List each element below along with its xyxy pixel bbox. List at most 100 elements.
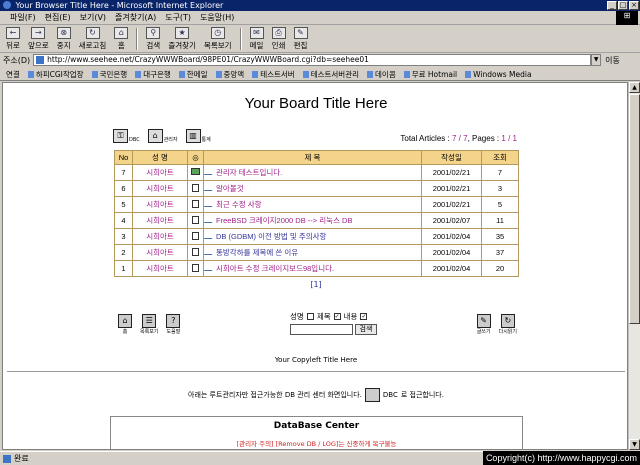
favorites-button[interactable]: ★ 즐겨찾기 xyxy=(168,27,196,51)
close-button[interactable]: × xyxy=(629,1,639,10)
table-row[interactable]: 3 시희아트 DB (GDBM) 이전 방법 및 주의사항 2001/02/04 35 xyxy=(114,228,519,245)
row-date: 2001/02/07 xyxy=(421,212,482,229)
search-input[interactable] xyxy=(290,324,353,335)
search-button[interactable]: ⚲ 검색 xyxy=(146,27,161,51)
pencil-icon xyxy=(203,233,217,239)
minimize-button[interactable]: _ xyxy=(607,1,617,10)
search-submit-button[interactable]: 검색 xyxy=(355,324,377,335)
row-no: 3 xyxy=(114,228,133,245)
search-name-checkbox[interactable] xyxy=(306,313,314,320)
row-author[interactable]: 시희아트 xyxy=(132,196,188,213)
pencil-icon xyxy=(203,201,217,207)
mail-button[interactable]: ✉ 메일 xyxy=(249,27,264,51)
menu-edit[interactable]: 편집(E) xyxy=(45,12,71,23)
link-item[interactable]: 한메일 xyxy=(179,69,208,80)
pagination[interactable]: [1] xyxy=(3,280,627,289)
print-button[interactable]: ⎙ 인쇄 xyxy=(271,27,286,51)
menu-view[interactable]: 보기(V) xyxy=(80,12,106,23)
table-row[interactable]: 7 시희아트 관리자 테스트입니다. 2001/02/21 7 xyxy=(114,164,519,181)
stats-button[interactable]: ▥ 통계 xyxy=(185,129,211,143)
row-subject-cell[interactable]: 관리자 테스트입니다. xyxy=(203,164,422,181)
admin-button[interactable]: ⌂ 관리자 xyxy=(147,129,178,143)
row-subject[interactable]: 시희아트 수정 크레이지보드98입니다. xyxy=(216,264,334,273)
row-subject[interactable]: 최근 수정 사항 xyxy=(216,200,262,209)
help-button[interactable]: ? 도움말 xyxy=(166,314,181,335)
row-subject-cell[interactable]: FreeBSD 크레이지2000 DB --> 리눅스 DB xyxy=(203,212,422,229)
reload-icon: ↻ xyxy=(500,314,515,328)
address-label: 주소(D) xyxy=(3,55,31,65)
row-author[interactable]: 시희아트 xyxy=(132,244,188,261)
row-author[interactable]: 시희아트 xyxy=(132,180,188,197)
col-name: 성 명 xyxy=(132,150,188,165)
row-subject-cell[interactable]: 알아볼것 xyxy=(203,180,422,197)
row-subject-cell[interactable]: 최근 수정 사항 xyxy=(203,196,422,213)
row-author[interactable]: 시희아트 xyxy=(132,260,188,277)
link-item[interactable]: 테스트서버 xyxy=(252,69,295,80)
row-subject[interactable]: 관리자 테스트입니다. xyxy=(216,168,282,177)
search-content-checkbox[interactable]: ✓ xyxy=(360,313,368,320)
vertical-scrollbar[interactable]: ▲ ▼ xyxy=(628,82,640,450)
row-subject[interactable]: FreeBSD 크레이지2000 DB --> 리눅스 DB xyxy=(216,216,352,225)
col-memo: ◎ xyxy=(187,150,204,165)
history-button[interactable]: ◷ 목록보기 xyxy=(204,27,232,51)
row-subject-cell[interactable]: 똥방각하를 제목에 쓴 이유 xyxy=(203,244,422,261)
row-subject-cell[interactable]: 시희아트 수정 크레이지보드98입니다. xyxy=(203,260,422,277)
address-input[interactable]: http://www.seehee.net/CrazyWWWBoard/98PE… xyxy=(33,54,592,66)
home-button[interactable]: ⌂ 홈 xyxy=(114,27,129,51)
row-author[interactable]: 시희아트 xyxy=(132,164,188,181)
link-item[interactable]: 무료 Hotmail xyxy=(404,69,457,80)
link-item[interactable]: 데이콤 xyxy=(367,69,396,80)
forward-button[interactable]: → 앞으로 xyxy=(28,27,49,51)
home-link-button[interactable]: ⌂ 홈 xyxy=(118,314,132,335)
row-author[interactable]: 시희아트 xyxy=(132,228,188,245)
scroll-thumb[interactable] xyxy=(629,94,640,324)
menu-tools[interactable]: 도구(T) xyxy=(165,12,191,23)
link-item[interactable]: 대구은행 xyxy=(135,69,171,80)
menu-help[interactable]: 도움말(H) xyxy=(200,12,234,23)
link-item[interactable]: 중앙맥 xyxy=(216,69,245,80)
menu-favorites[interactable]: 즐겨찾기(A) xyxy=(115,12,156,23)
divider xyxy=(7,371,625,372)
link-item[interactable]: 테스트서버관리 xyxy=(303,69,359,80)
key-icon[interactable] xyxy=(364,388,380,402)
col-date: 작성일 xyxy=(421,150,482,165)
list-button[interactable]: ☰ 목록보기 xyxy=(140,314,158,335)
stop-button[interactable]: ⊗ 중지 xyxy=(56,27,71,51)
row-subject-cell[interactable]: DB (GDBM) 이전 방법 및 주의사항 xyxy=(203,228,422,245)
table-row[interactable]: 5 시희아트 최근 수정 사항 2001/02/21 5 xyxy=(114,196,519,213)
scroll-up-button[interactable]: ▲ xyxy=(629,82,640,93)
search-form: 성명 제목 ✓ 내용 ✓ 검색 xyxy=(290,311,377,335)
row-subject[interactable]: DB (GDBM) 이전 방법 및 주의사항 xyxy=(216,232,326,241)
edit-button[interactable]: ✎ 편집 xyxy=(293,27,308,51)
refresh-button[interactable]: ↻ 새로고침 xyxy=(79,27,106,51)
maximize-button[interactable]: □ xyxy=(618,1,628,10)
scroll-down-button[interactable]: ▼ xyxy=(629,439,640,450)
write-button[interactable]: ✎ 글쓰기 xyxy=(476,314,491,335)
bottom-right-tools: ✎ 글쓰기 ↻ 다시읽기 xyxy=(476,314,517,335)
row-no: 4 xyxy=(114,212,133,229)
link-item[interactable]: 하피CGI작업장 xyxy=(28,69,84,80)
row-views: 5 xyxy=(481,196,519,213)
bottom-left-tools: ⌂ 홈 ☰ 목록보기 ? 도움말 xyxy=(118,314,181,335)
row-subject[interactable]: 똥방각하를 제목에 쓴 이유 xyxy=(216,248,298,257)
table-row[interactable]: 6 시희아트 알아볼것 2001/02/21 3 xyxy=(114,180,519,197)
table-row[interactable]: 1 시희아트 시희아트 수정 크레이지보드98입니다. 2001/02/04 20 xyxy=(114,260,519,277)
row-author[interactable]: 시희아트 xyxy=(132,212,188,229)
table-row[interactable]: 2 시희아트 똥방각하를 제목에 쓴 이유 2001/02/04 37 xyxy=(114,244,519,261)
link-item[interactable]: 국민은행 xyxy=(92,69,128,80)
row-memo xyxy=(187,180,204,197)
list-icon: ☰ xyxy=(142,314,157,328)
page-icon xyxy=(36,56,45,64)
link-item[interactable]: Windows Media xyxy=(465,70,531,79)
table-row[interactable]: 4 시희아트 FreeBSD 크레이지2000 DB --> 리눅스 DB 2001/… xyxy=(114,212,519,229)
go-button[interactable]: 이동 xyxy=(605,55,620,66)
row-subject[interactable]: 알아볼것 xyxy=(216,184,244,193)
reload-button[interactable]: ↻ 다시읽기 xyxy=(499,314,517,335)
back-button[interactable]: ← 뒤로 xyxy=(6,27,20,51)
article-count: Total Articles : 7 / 7, Pages : 1 / 1 xyxy=(400,134,517,143)
menu-file[interactable]: 파일(F) xyxy=(10,12,36,23)
memo-icon xyxy=(191,168,200,175)
address-dropdown-button[interactable]: ▼ xyxy=(591,54,602,66)
dbc-button[interactable]: ⚿ DBC xyxy=(113,129,140,143)
search-subject-checkbox[interactable]: ✓ xyxy=(333,313,341,320)
